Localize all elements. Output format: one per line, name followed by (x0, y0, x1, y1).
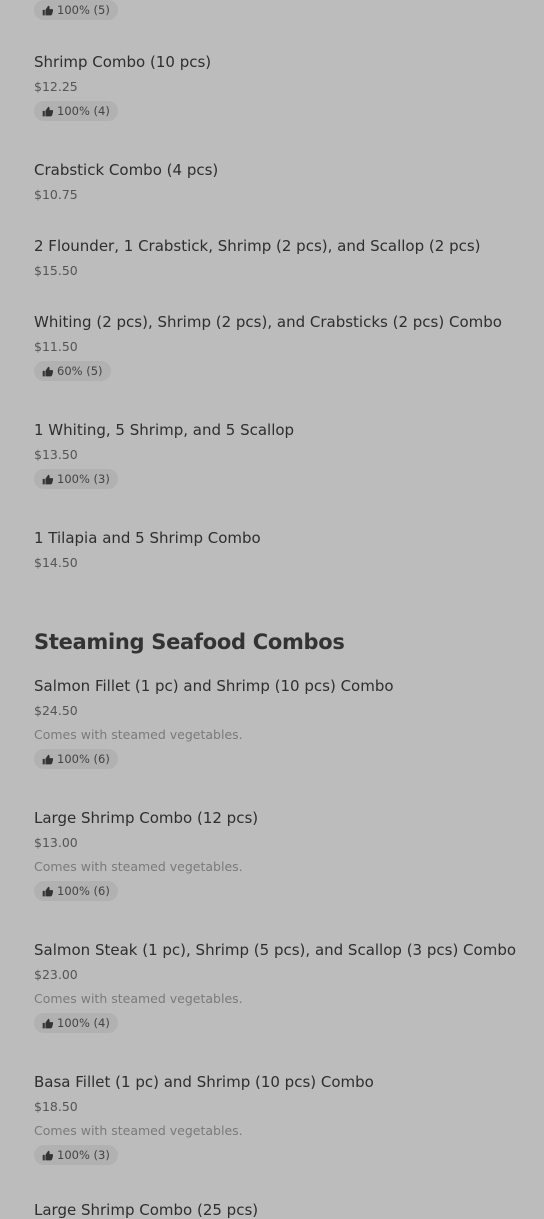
rating-badge: 100% (4) (34, 1013, 118, 1033)
rating-text: 60% (5) (57, 364, 103, 378)
item-name: Large Shrimp Combo (12 pcs) (34, 809, 259, 827)
item-name: 1 Tilapia and 5 Shrimp Combo (34, 529, 261, 547)
rating-text: 100% (6) (57, 884, 110, 898)
item-price: $10.75 (34, 187, 78, 202)
item-price: $13.00 (34, 835, 78, 850)
thumbs-up-icon (42, 1018, 53, 1028)
item-price: $15.50 (34, 263, 78, 278)
item-price: $13.50 (34, 447, 78, 462)
item-price: $14.50 (34, 555, 78, 570)
menu-item[interactable]: Salmon Fillet (1 pc) and Shrimp (10 pcs)… (34, 677, 544, 769)
thumbs-up-icon (42, 474, 53, 484)
item-price: $12.25 (34, 79, 78, 94)
item-description: Comes with steamed vegetables. (34, 991, 243, 1006)
item-price: $18.50 (34, 1099, 78, 1114)
thumbs-up-icon (42, 1150, 53, 1160)
item-name: Whiting (2 pcs), Shrimp (2 pcs), and Cra… (34, 313, 502, 331)
item-name: 1 Whiting, 5 Shrimp, and 5 Scallop (34, 421, 295, 439)
section-title: Steaming Seafood Combos (34, 630, 345, 654)
rating-badge: 100% (3) (34, 469, 118, 489)
rating-text: 100% (3) (57, 1148, 110, 1162)
menu-item[interactable]: Basa Fillet (1 pc) and Shrimp (10 pcs) C… (34, 1073, 544, 1165)
item-price: $24.50 (34, 703, 78, 718)
item-price: $11.50 (34, 339, 78, 354)
rating-badge: 100% (4) (34, 101, 118, 121)
rating-badge-partial: 100% (5) (34, 0, 118, 20)
rating-text: 100% (4) (57, 1016, 110, 1030)
menu-item[interactable]: Crabstick Combo (4 pcs) $10.75 (34, 161, 544, 203)
rating-text: 100% (4) (57, 104, 110, 118)
item-name: Salmon Fillet (1 pc) and Shrimp (10 pcs)… (34, 677, 394, 695)
thumbs-up-icon (42, 5, 53, 15)
rating-badge: 100% (3) (34, 1145, 118, 1165)
rating-badge: 100% (6) (34, 749, 118, 769)
menu-item[interactable]: 2 Flounder, 1 Crabstick, Shrimp (2 pcs),… (34, 237, 544, 279)
item-name: 2 Flounder, 1 Crabstick, Shrimp (2 pcs),… (34, 237, 481, 255)
rating-text: 100% (5) (57, 3, 110, 17)
menu-item[interactable]: Whiting (2 pcs), Shrimp (2 pcs), and Cra… (34, 313, 544, 381)
menu-item[interactable]: 1 Whiting, 5 Shrimp, and 5 Scallop $13.5… (34, 421, 544, 489)
thumbs-up-icon (42, 754, 53, 764)
item-name: Shrimp Combo (10 pcs) (34, 53, 212, 71)
rating-badge: 100% (6) (34, 881, 118, 901)
menu-item[interactable]: Shrimp Combo (10 pcs) $12.25 100% (4) (34, 53, 544, 121)
thumbs-up-icon (42, 366, 53, 376)
item-name: Basa Fillet (1 pc) and Shrimp (10 pcs) C… (34, 1073, 374, 1091)
rating-badge: 60% (5) (34, 361, 111, 381)
item-name: Crabstick Combo (4 pcs) (34, 161, 219, 179)
item-price: $23.00 (34, 967, 78, 982)
menu-item[interactable]: Salmon Steak (1 pc), Shrimp (5 pcs), and… (34, 941, 544, 1033)
item-name: Large Shrimp Combo (25 pcs) (34, 1201, 259, 1219)
thumbs-up-icon (42, 886, 53, 896)
menu-item[interactable]: Large Shrimp Combo (25 pcs) (34, 1201, 544, 1219)
rating-text: 100% (6) (57, 752, 110, 766)
item-description: Comes with steamed vegetables. (34, 859, 243, 874)
thumbs-up-icon (42, 106, 53, 116)
rating-text: 100% (3) (57, 472, 110, 486)
item-name: Salmon Steak (1 pc), Shrimp (5 pcs), and… (34, 941, 517, 959)
menu-item[interactable]: Large Shrimp Combo (12 pcs) $13.00 Comes… (34, 809, 544, 901)
item-description: Comes with steamed vegetables. (34, 727, 243, 742)
rating-badge: 100% (5) (34, 0, 118, 20)
item-description: Comes with steamed vegetables. (34, 1123, 243, 1138)
menu-item[interactable]: 1 Tilapia and 5 Shrimp Combo $14.50 (34, 529, 544, 571)
